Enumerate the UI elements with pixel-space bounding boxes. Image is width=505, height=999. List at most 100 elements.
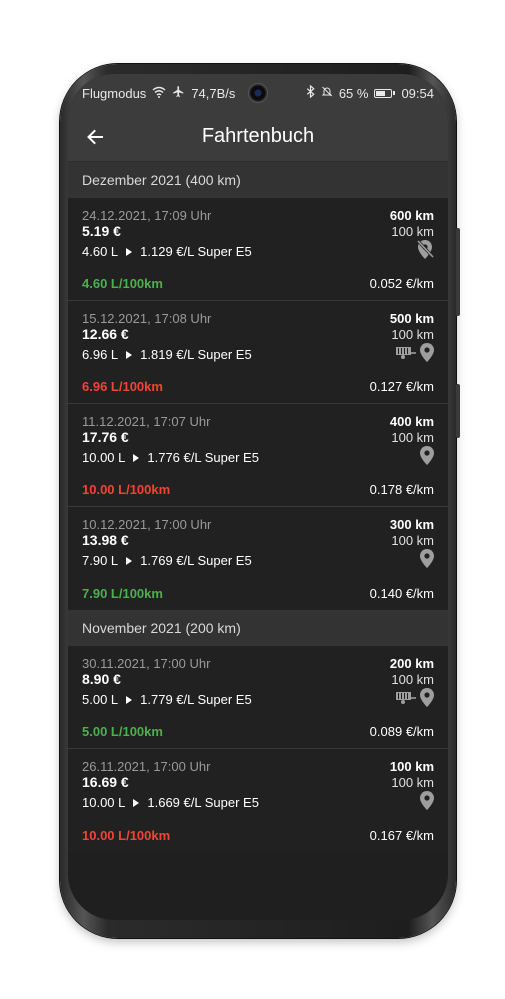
entry-price-per-liter: 1.776 €/L Super E5 <box>147 450 259 465</box>
trailer-icon <box>395 346 417 365</box>
status-bar: Flugmodus 74,7B/s 65 % 09:54 <box>68 74 448 112</box>
clock: 09:54 <box>401 85 434 101</box>
entry-liters: 5.00 L <box>82 692 119 707</box>
entry-date: 24.12.2021, 17:09 Uhr <box>82 208 212 223</box>
location-pin-icon <box>420 549 434 573</box>
entry-cost-per-km: 0.089 €/km <box>369 724 434 739</box>
entry-consumption: 6.96 L/100km <box>82 379 163 394</box>
entry-price: 17.76 € <box>82 429 129 445</box>
arrow-right-icon <box>126 248 133 256</box>
bluetooth-icon <box>306 84 315 101</box>
entry-distance-block: 600 km 100 km <box>389 208 435 264</box>
entry-icons <box>390 688 434 712</box>
page-title: Fahrtenbuch <box>201 125 315 147</box>
month-section-header: Dezember 2021 (400 km) <box>68 162 448 198</box>
arrow-right-icon <box>133 454 140 462</box>
entry-price-per-liter: 1.129 €/L Super E5 <box>140 244 252 259</box>
fuel-entry[interactable]: 26.11.2021, 17:00 Uhr 16.69 € 10.00 L 1.… <box>68 749 448 852</box>
entry-liters: 6.96 L <box>82 347 119 362</box>
entry-distance: 100 km <box>391 430 434 445</box>
entry-liters: 10.00 L <box>82 795 126 810</box>
entry-price-per-liter: 1.819 €/L Super E5 <box>140 347 252 362</box>
entry-fuel-details: 6.96 L 1.819 €/L Super E5 <box>82 346 434 364</box>
entry-distance-block: 500 km 100 km <box>390 311 434 365</box>
battery-icon <box>374 88 396 98</box>
entry-odometer: 300 km <box>389 517 434 532</box>
entry-icons <box>390 446 434 470</box>
entry-distance-block: 200 km 100 km <box>390 656 434 710</box>
entry-consumption: 10.00 L/100km <box>82 482 171 497</box>
entry-icons <box>390 791 434 815</box>
entry-fuel-details: 4.60 L 1.129 €/L Super E5 <box>82 243 434 261</box>
wifi-icon <box>152 86 166 101</box>
entry-consumption: 7.90 L/100km <box>82 586 163 601</box>
entry-distance: 100 km <box>391 224 434 239</box>
entry-price: 12.66 € <box>82 326 129 342</box>
entry-icons <box>390 239 435 264</box>
entry-odometer: 600 km <box>389 208 434 223</box>
entry-fuel-details: 10.00 L 1.776 €/L Super E5 <box>82 449 434 467</box>
entry-distance: 100 km <box>391 533 434 548</box>
location-pin-icon <box>420 446 434 470</box>
airplane-mode-label: Flugmodus <box>82 85 147 101</box>
entry-odometer: 200 km <box>389 656 434 671</box>
entry-price: 5.19 € <box>82 223 121 239</box>
entry-date: 10.12.2021, 17:00 Uhr <box>82 517 212 532</box>
arrow-left-icon[interactable] <box>82 124 108 150</box>
front-camera <box>248 83 268 103</box>
entry-odometer: 500 km <box>389 311 434 326</box>
fuel-log-list[interactable]: Dezember 2021 (400 km) 24.12.2021, 17:09… <box>68 162 448 852</box>
entry-price: 16.69 € <box>82 774 129 790</box>
entry-icons <box>390 549 434 573</box>
entry-price-per-liter: 1.669 €/L Super E5 <box>147 795 259 810</box>
arrow-right-icon <box>126 557 133 565</box>
power-button <box>456 384 460 438</box>
entry-cost-per-km: 0.178 €/km <box>369 482 434 497</box>
entry-odometer: 100 km <box>389 759 434 774</box>
trailer-icon <box>395 691 417 710</box>
fuel-entry[interactable]: 10.12.2021, 17:00 Uhr 13.98 € 7.90 L 1.7… <box>68 507 448 610</box>
entry-date: 11.12.2021, 17:07 Uhr <box>82 414 211 429</box>
entry-cost-per-km: 0.167 €/km <box>369 828 434 843</box>
entry-fuel-details: 10.00 L 1.669 €/L Super E5 <box>82 794 434 812</box>
mute-icon <box>321 85 333 101</box>
entry-distance: 100 km <box>391 672 434 687</box>
entry-odometer: 400 km <box>389 414 434 429</box>
volume-button <box>456 228 460 316</box>
entry-icons <box>390 343 434 365</box>
fuel-entry[interactable]: 24.12.2021, 17:09 Uhr 5.19 € 4.60 L 1.12… <box>68 198 448 301</box>
entry-cost-per-km: 0.127 €/km <box>369 379 434 394</box>
airplane-icon <box>172 85 185 101</box>
month-section-header: November 2021 (200 km) <box>68 610 448 646</box>
fuel-entry[interactable]: 11.12.2021, 17:07 Uhr 17.76 € 10.00 L 1.… <box>68 404 448 507</box>
entry-distance-block: 300 km 100 km <box>390 517 434 571</box>
location-pin-icon <box>420 791 434 815</box>
entry-consumption: 10.00 L/100km <box>82 828 171 843</box>
screen: Flugmodus 74,7B/s 65 % 09:54 Fahrtenbuch… <box>68 74 448 920</box>
app-bar: Fahrtenbuch <box>68 112 448 162</box>
arrow-right-icon <box>126 351 133 359</box>
entry-cost-per-km: 0.140 €/km <box>369 586 434 601</box>
entry-distance: 100 km <box>391 775 434 790</box>
arrow-right-icon <box>126 696 133 704</box>
entry-cost-per-km: 0.052 €/km <box>369 276 434 291</box>
fuel-entry[interactable]: 30.11.2021, 17:00 Uhr 8.90 € 5.00 L 1.77… <box>68 646 448 749</box>
location-off-icon <box>416 239 435 264</box>
entry-distance: 100 km <box>391 327 434 342</box>
entry-fuel-details: 7.90 L 1.769 €/L Super E5 <box>82 552 434 570</box>
entry-date: 15.12.2021, 17:08 Uhr <box>82 311 212 326</box>
entry-distance-block: 100 km 100 km <box>390 759 434 813</box>
battery-percent: 65 % <box>338 85 369 101</box>
entry-date: 26.11.2021, 17:00 Uhr <box>82 759 211 774</box>
location-pin-icon <box>420 688 434 712</box>
entry-price-per-liter: 1.769 €/L Super E5 <box>140 553 252 568</box>
entry-date: 30.11.2021, 17:00 Uhr <box>82 656 211 671</box>
entry-liters: 10.00 L <box>82 450 126 465</box>
network-speed: 74,7B/s <box>191 85 236 101</box>
entry-liters: 7.90 L <box>82 553 119 568</box>
entry-liters: 4.60 L <box>82 244 119 259</box>
entry-fuel-details: 5.00 L 1.779 €/L Super E5 <box>82 691 434 709</box>
fuel-entry[interactable]: 15.12.2021, 17:08 Uhr 12.66 € 6.96 L 1.8… <box>68 301 448 404</box>
entry-consumption: 5.00 L/100km <box>82 724 163 739</box>
entry-price: 13.98 € <box>82 532 129 548</box>
